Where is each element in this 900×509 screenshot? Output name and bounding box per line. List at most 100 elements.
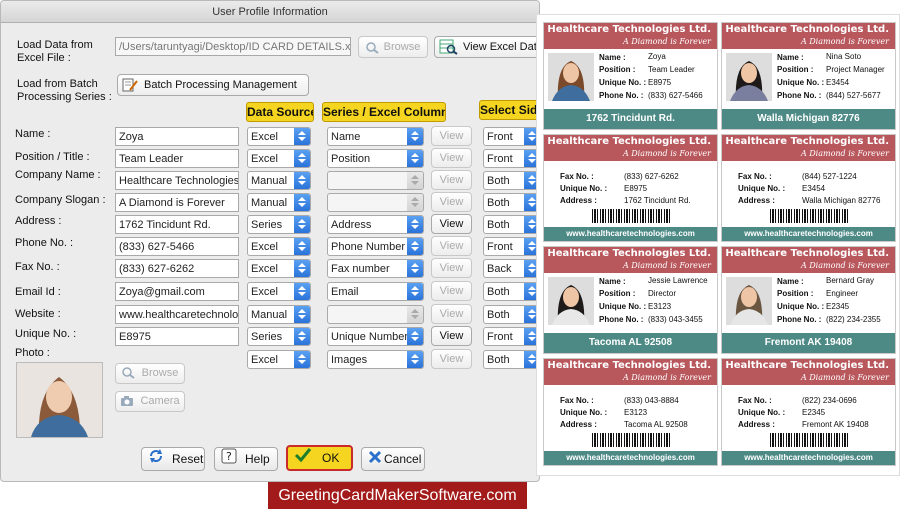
name-source-select[interactable]: Excel (247, 127, 311, 146)
help-button[interactable]: ? Help (214, 447, 278, 471)
fax-no-column-select[interactable]: Fax number (327, 259, 424, 278)
batch-processing-button[interactable]: Batch Processing Management (117, 74, 309, 96)
card-address-band: Fremont AK 19408 (722, 333, 895, 353)
card-company: Healthcare Technologies Ltd. (547, 136, 711, 147)
company-slogan-source-select[interactable]: Manual (247, 193, 311, 212)
photo-browse-button[interactable]: Browse (115, 363, 185, 384)
company-slogan-column-select[interactable] (327, 193, 424, 212)
email-id-view-button[interactable]: View (431, 281, 472, 301)
fax-no-source-value: Excel (251, 263, 278, 275)
email-id-side-select[interactable]: Both (483, 282, 539, 301)
card-photo (726, 53, 772, 101)
camera-button[interactable]: Camera (115, 391, 185, 412)
name-side-select[interactable]: Front (483, 127, 539, 146)
card-phone: (833) 627-5466 (648, 91, 703, 100)
website-view-button[interactable]: View (431, 304, 472, 324)
id-card-back: Healthcare Technologies Ltd. A Diamond i… (721, 358, 896, 466)
company-name-label: Company Name : (15, 169, 101, 181)
spreadsheet-search-icon (439, 39, 459, 55)
position-title-source-select[interactable]: Excel (247, 149, 311, 168)
id-card-preview-grid: Healthcare Technologies Ltd. A Diamond i… (536, 14, 900, 476)
company-name-column-select[interactable] (327, 171, 424, 190)
email-id-input[interactable]: Zoya@gmail.com (115, 282, 239, 301)
address-view-button[interactable]: View (431, 214, 472, 234)
company-name-source-select[interactable]: Manual (247, 171, 311, 190)
name-column-select[interactable]: Name (327, 127, 424, 146)
website-side-select[interactable]: Both (483, 305, 539, 324)
position-title-input[interactable]: Team Leader (115, 149, 239, 168)
phone-no-source-select[interactable]: Excel (247, 237, 311, 256)
unique-no-source-select[interactable]: Series (247, 327, 311, 346)
email-id-source-select[interactable]: Excel (247, 282, 311, 301)
unique-no-view-button[interactable]: View (431, 326, 472, 346)
address-input[interactable]: 1762 Tincidunt Rd. (115, 215, 239, 234)
website-column-select[interactable] (327, 305, 424, 324)
phone-no-view-button[interactable]: View (431, 236, 472, 256)
address-source-select[interactable]: Series (247, 215, 311, 234)
website-input[interactable]: www.healthcaretechnologi (115, 305, 239, 324)
ok-button[interactable]: OK (286, 445, 353, 471)
unique-no-side-select[interactable]: Front (483, 327, 539, 346)
position-title-view-button[interactable]: View (431, 148, 472, 168)
refresh-icon (148, 448, 164, 471)
email-id-side-value: Both (487, 286, 510, 298)
card-phone-key: Phone No. : (599, 91, 644, 100)
company-name-view-button[interactable]: View (431, 170, 472, 190)
phone-no-source-value: Excel (251, 241, 278, 253)
card-unique-key: Unique No. : (738, 408, 786, 417)
photo-side-select[interactable]: Both (483, 350, 539, 369)
company-slogan-side-select[interactable]: Both (483, 193, 539, 212)
photo-source-select[interactable]: Excel (247, 350, 311, 369)
fax-no-view-button[interactable]: View (431, 258, 472, 278)
card-fax-key: Fax No. : (738, 396, 772, 405)
fax-no-side-select[interactable]: Back (483, 259, 539, 278)
card-photo (548, 277, 594, 325)
unique-no-column-select[interactable]: Unique Number (327, 327, 424, 346)
email-id-column-select[interactable]: Email (327, 282, 424, 301)
chevron-updown-icon (294, 172, 310, 189)
phone-no-input[interactable]: (833) 627-5466 (115, 237, 239, 256)
card-photo (726, 277, 772, 325)
company-slogan-input[interactable]: A Diamond is Forever (115, 193, 239, 212)
photo-view-button[interactable]: View (431, 349, 472, 369)
card-phone-key: Phone No. : (599, 315, 644, 324)
card-position-key: Position : (777, 65, 814, 74)
address-column-select[interactable]: Address (327, 215, 424, 234)
phone-no-column-select[interactable]: Phone Number (327, 237, 424, 256)
fax-no-label: Fax No. : (15, 261, 60, 273)
card-address-band: 1762 Tincidunt Rd. (544, 109, 717, 129)
browse-excel-label: Browse (383, 41, 421, 53)
name-view-button[interactable]: View (431, 126, 472, 146)
card-website-band: www.healthcaretechnologies.com (722, 227, 895, 241)
name-input[interactable]: Zoya (115, 127, 239, 146)
view-excel-data-button[interactable]: View Excel Data (434, 36, 539, 58)
photo-browse-label: Browse (141, 367, 179, 379)
reset-button[interactable]: Reset (141, 447, 205, 471)
card-unique: E2345 (802, 408, 826, 417)
company-name-side-select[interactable]: Both (483, 171, 539, 190)
excel-path-field[interactable]: /Users/taruntyagi/Desktop/ID CARD DETAIL… (115, 37, 351, 56)
fax-no-source-select[interactable]: Excel (247, 259, 311, 278)
cancel-button[interactable]: Cancel (361, 447, 425, 471)
company-slogan-view-button[interactable]: View (431, 192, 472, 212)
photo-column-select[interactable]: Images (327, 350, 424, 369)
chevron-updown-icon (294, 351, 310, 368)
card-address: Walla Michigan 82776 (802, 196, 881, 205)
position-title-label: Position / Title : (15, 151, 90, 163)
photo-preview (16, 362, 103, 438)
address-side-select[interactable]: Both (483, 215, 539, 234)
card-fax: (833) 627-6262 (624, 172, 679, 181)
position-title-column-select[interactable]: Position (327, 149, 424, 168)
card-slogan: A Diamond is Forever (622, 261, 711, 270)
phone-no-side-select[interactable]: Front (483, 237, 539, 256)
card-unique-key: Unique No. : (599, 78, 647, 87)
card-company: Healthcare Technologies Ltd. (725, 24, 889, 35)
chevron-updown-icon (294, 328, 310, 345)
website-source-select[interactable]: Manual (247, 305, 311, 324)
company-name-input[interactable]: Healthcare Technologies (115, 171, 239, 190)
unique-no-input[interactable]: E8975 (115, 327, 239, 346)
position-title-side-select[interactable]: Front (483, 149, 539, 168)
browse-excel-button[interactable]: Browse (358, 36, 428, 58)
fax-no-input[interactable]: (833) 627-6262 (115, 259, 239, 278)
chevron-updown-icon (294, 238, 310, 255)
